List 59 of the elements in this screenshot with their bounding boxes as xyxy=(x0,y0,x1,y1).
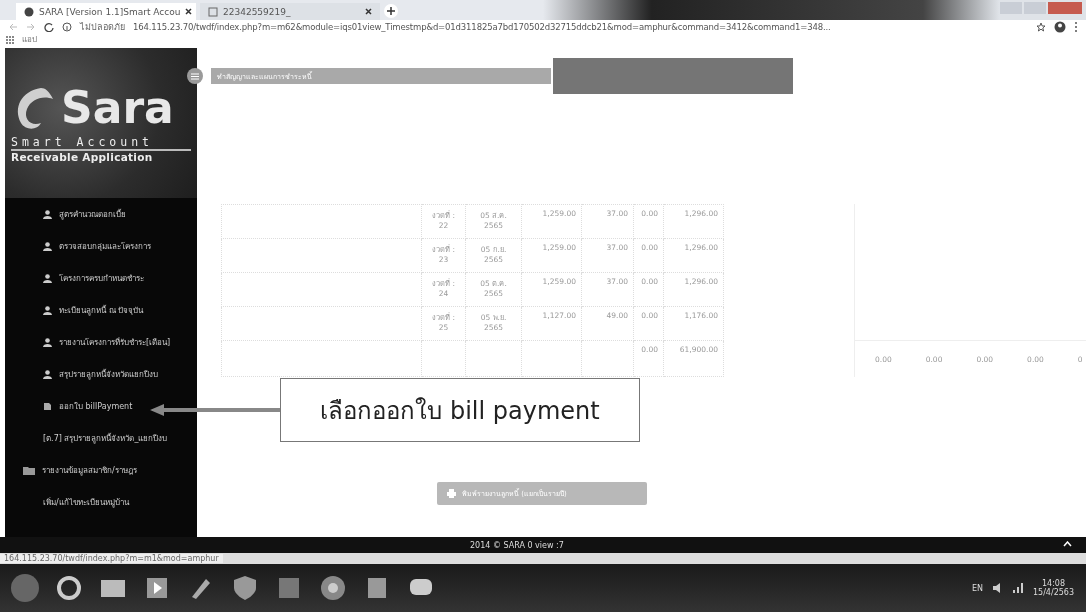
sidebar-item[interactable]: ทะเบียนลูกหนี้ ณ ปัจจุบัน xyxy=(5,294,197,326)
info-icon xyxy=(62,22,72,32)
sidebar-label: รายงานข้อมูลสมาชิก/ราษฎร xyxy=(42,464,137,477)
callout-text: เลือกออกใบ bill payment xyxy=(280,378,640,442)
sidebar-label: โครงการครบกำหนดชำระ xyxy=(59,272,144,285)
window-controls[interactable] xyxy=(1000,2,1082,14)
sidebar-label: [ต.7] สรุปรายลูกหนี้จังหวัด_แยกปีงบ xyxy=(43,432,168,445)
browser-tab[interactable]: 22342559219_ xyxy=(200,3,380,20)
clock-date[interactable]: 15/4/2563 xyxy=(1032,588,1074,597)
sidebar-label: ตรวจสอบกลุ่มและโครงการ xyxy=(59,240,151,253)
new-tab-icon[interactable] xyxy=(384,4,398,18)
logo-subtitle: Smart Account xyxy=(11,135,191,151)
language-indicator[interactable]: EN xyxy=(971,583,983,593)
footer-text: 2014 © SARA 0 view :7 xyxy=(470,540,564,550)
person-icon xyxy=(43,209,52,219)
sidebar-label: ออกใบ billPayment xyxy=(59,400,133,413)
sidebar-label: สรุปรายลูกหนี้จังหวัดแยกปีงบ xyxy=(59,368,158,381)
url-text[interactable]: 164.115.23.70/twdf/index.php?m=m62&module=iqs01view_Timestmp&d=01d311825a7bd170502d32715ddcb21&mod=amphur&command=3412&command1=348... xyxy=(133,22,1028,32)
sidebar-item[interactable]: รายงานข้อมูลสมาชิก/ราษฎร xyxy=(5,454,197,486)
menu-icon[interactable] xyxy=(1074,21,1078,33)
person-icon xyxy=(43,305,52,315)
logo-name: Sara xyxy=(61,86,174,130)
profile-icon[interactable] xyxy=(1054,21,1066,33)
tab-title: 22342559219_ xyxy=(223,6,291,17)
clock-time[interactable]: 14:08 xyxy=(1041,579,1065,588)
security-label[interactable]: ไม่ปลอดภัย xyxy=(80,20,125,34)
sidebar-item[interactable]: ออกใบ billPayment xyxy=(5,390,197,422)
person-icon xyxy=(43,273,52,283)
sidebar-item[interactable]: โครงการครบกำหนดชำระ xyxy=(5,262,197,294)
sidebar-item[interactable]: ตรวจสอบกลุ่มและโครงการ xyxy=(5,230,197,262)
sidebar-item[interactable]: [ต.7] สรุปรายลูกหนี้จังหวัด_แยกปีงบ xyxy=(5,422,197,454)
status-url: 164.115.23.70/twdf/index.php?m=m1&mod=amphur xyxy=(0,554,223,563)
sidebar-label: รายงานโครงการที่รับชำระ[เดือน] xyxy=(59,336,171,349)
sidebar-item[interactable]: สรุปรายลูกหนี้จังหวัดแยกปีงบ xyxy=(5,358,197,390)
browser-tab[interactable]: SARA [Version 1.1]Smart Accou xyxy=(16,3,196,20)
person-icon xyxy=(43,337,52,347)
chevron-up-icon[interactable] xyxy=(1063,541,1072,547)
printer-icon xyxy=(447,489,456,498)
logo-tagline: Receivable Application xyxy=(11,151,154,163)
menu-toggle-button[interactable] xyxy=(187,68,203,84)
page-icon xyxy=(208,6,218,17)
star-icon[interactable] xyxy=(1036,22,1046,32)
speaker-icon[interactable] xyxy=(992,583,1003,593)
sidebar-label: ทะเบียนลูกหนี้ ณ ปัจจุบัน xyxy=(59,304,144,317)
sidebar-item[interactable]: สูตรคำนวณดอกเบี้ย xyxy=(5,198,197,230)
sidebar-item[interactable]: เพิ่ม/แก้ไขทะเบียนหมู่บ้าน xyxy=(5,486,197,518)
person-icon xyxy=(43,241,52,251)
browser-e-icon[interactable] xyxy=(54,573,84,603)
tab-title: SARA [Version 1.1]Smart Accou xyxy=(39,6,181,17)
close-icon[interactable] xyxy=(365,8,372,15)
signal-icon[interactable] xyxy=(1012,583,1023,593)
bookmark-link[interactable]: แอป xyxy=(22,33,37,46)
apps-grid-icon[interactable] xyxy=(6,35,14,44)
person-icon xyxy=(43,369,52,379)
reload-icon[interactable] xyxy=(44,22,54,32)
sidebar-label: เพิ่ม/แก้ไขทะเบียนหมู่บ้าน xyxy=(43,496,129,509)
sidebar-item[interactable]: รายงานโครงการที่รับชำระ[เดือน] xyxy=(5,326,197,358)
sidebar-label: สูตรคำนวณดอกเบี้ย xyxy=(59,208,126,221)
close-icon[interactable] xyxy=(185,8,193,15)
